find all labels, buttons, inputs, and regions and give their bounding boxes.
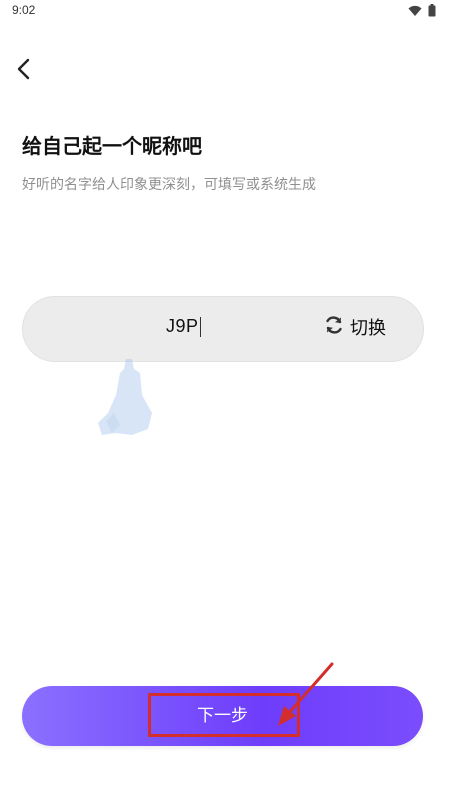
battery-icon	[428, 4, 436, 17]
refresh-icon	[324, 315, 344, 340]
text-caret	[199, 317, 201, 338]
next-step-button[interactable]: 下一步	[22, 686, 423, 746]
page-title: 给自己起一个昵称吧	[22, 134, 202, 158]
status-icons	[408, 4, 436, 17]
mascot-illustration	[96, 355, 166, 445]
nickname-text: J9P	[166, 316, 199, 336]
nickname-input[interactable]: J9P 切换	[22, 296, 424, 362]
wifi-icon	[408, 5, 422, 17]
annotation-arrow-icon	[266, 652, 346, 732]
switch-label: 切换	[350, 318, 386, 339]
switch-nickname-button[interactable]: 切换	[324, 314, 386, 340]
status-bar: 9:02	[0, 0, 450, 24]
nickname-input-value[interactable]: J9P	[166, 316, 201, 338]
chevron-left-icon	[12, 58, 38, 86]
page-subtitle: 好听的名字给人印象更深刻，可填写或系统生成	[22, 177, 316, 193]
status-time: 9:02	[12, 3, 36, 17]
back-button[interactable]	[12, 56, 38, 82]
